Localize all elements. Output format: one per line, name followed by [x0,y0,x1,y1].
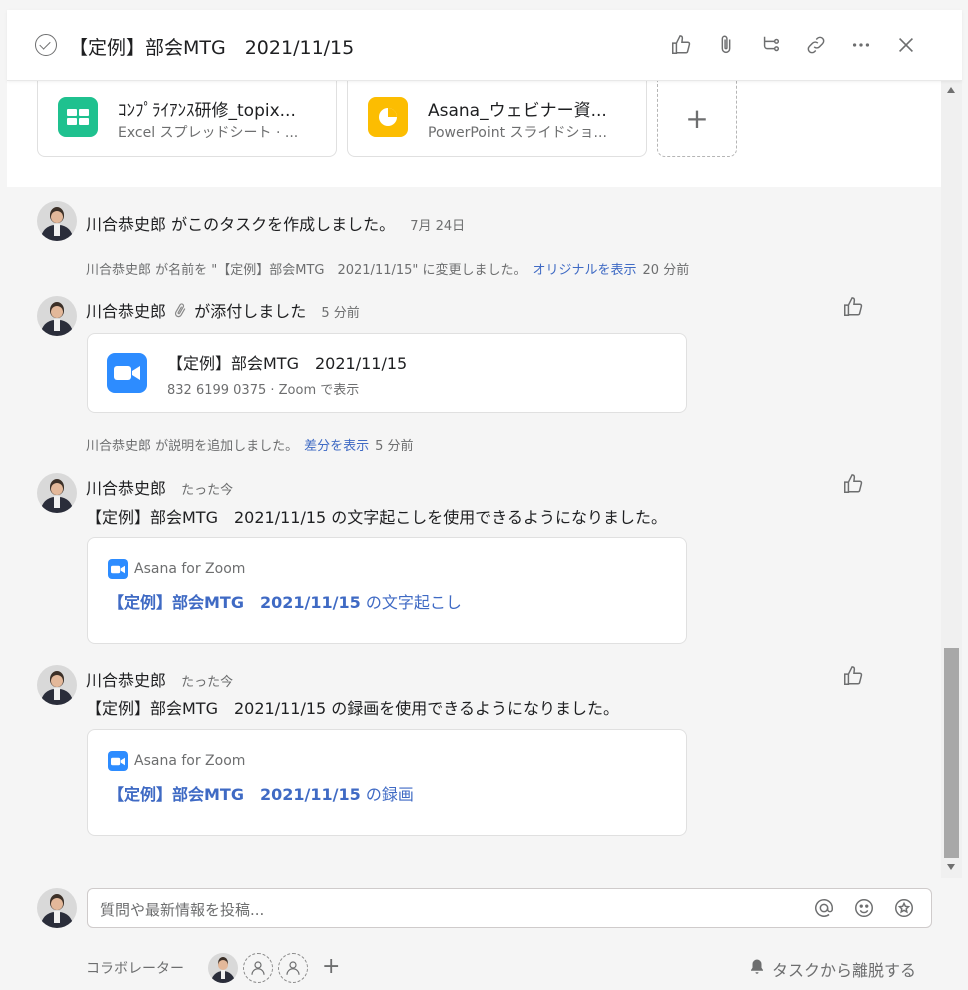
story-renamed: 川合恭史郎 が名前を "【定例】部会MTG 2021/11/15" に変更しまし… [86,259,689,278]
like-icon[interactable] [658,30,703,60]
collaborator-avatar[interactable] [208,953,238,983]
story-recording: 川合恭史郎 たった今 [86,667,233,691]
actor-name[interactable]: 川合恭史郎 [86,302,166,321]
like-icon[interactable] [842,296,864,318]
actor-name[interactable]: 川合恭史郎 [86,479,166,498]
slides-icon [368,97,408,137]
attachment-type: PowerPoint スライドショ... [428,125,607,141]
scrollbar[interactable] [941,81,962,878]
zoom-icon [108,559,128,579]
sheet-icon [58,97,98,137]
comment-body: 【定例】部会MTG 2021/11/15 の文字起こしを使用できるようになりまし… [86,508,667,527]
comment-body: 【定例】部会MTG 2021/11/15 の録画を使用できるようになりました。 [86,699,619,718]
show-original-link[interactable]: オリジナルを表示 [533,263,637,278]
scroll-down-arrow-icon[interactable] [947,864,955,870]
actor-name[interactable]: 川合恭史郎 [86,215,166,234]
link-title: 【定例】部会MTG 2021/11/15 [108,593,361,612]
attachment-name: ｺﾝﾌﾟﾗｲｱﾝｽ研修_topix... [118,101,296,121]
story-created: 川合恭史郎 がこのタスクを作成しました。 7月 24日 [86,211,465,235]
story-text: がこのタスクを作成しました。 [171,215,396,234]
timestamp: 20 分前 [642,263,690,278]
leave-task-label: タスクから離脱する [771,961,916,980]
like-icon[interactable] [842,665,864,687]
attachments-strip: ｺﾝﾌﾟﾗｲｱﾝｽ研修_topix... Excel スプレッドシート · ..… [7,81,941,187]
meeting-details: 832 6199 0375 · Zoom で表示 [167,383,360,398]
timestamp: たった今 [181,675,234,690]
emoji-icon[interactable] [853,897,875,919]
story-text: 川合恭史郎 が説明を追加しました。 [86,439,299,454]
app-attribution: Asana for Zoom [108,559,245,579]
attachment-card[interactable]: Asana_ウェビナー資... PowerPoint スライドショ... [347,81,647,157]
collaborator-placeholder-icon[interactable] [278,953,308,983]
mention-icon[interactable] [813,897,835,919]
like-icon[interactable] [842,473,864,495]
transcript-link[interactable]: 【定例】部会MTG 2021/11/15 の文字起こし [108,589,462,613]
comment-placeholder: 質問や最新情報を投稿... [100,901,265,919]
attachment-type: Excel スプレッドシート · ... [118,125,299,141]
meeting-title: 【定例】部会MTG 2021/11/15 [167,354,408,373]
timestamp: 7月 24日 [410,219,466,234]
attachment-card[interactable]: ｺﾝﾌﾟﾗｲｱﾝｽ研修_topix... Excel スプレッドシート · ..… [37,81,337,157]
current-user-avatar [37,888,77,928]
zoom-icon [107,353,147,393]
add-collaborator-button[interactable]: + [322,954,340,979]
link-suffix: の録画 [360,785,414,804]
comment-input[interactable]: 質問や最新情報を投稿... [87,888,932,928]
app-attribution: Asana for Zoom [108,751,245,771]
story-description: 川合恭史郎 が説明を追加しました。 差分を表示 5 分前 [86,435,414,454]
close-icon[interactable] [883,30,928,60]
avatar[interactable] [37,201,77,241]
more-icon[interactable] [838,30,883,60]
zoom-recording-card[interactable]: Asana for Zoom 【定例】部会MTG 2021/11/15 の録画 [87,729,687,836]
app-name: Asana for Zoom [134,753,246,769]
task-header: 【定例】部会MTG 2021/11/15 [7,10,962,81]
zoom-meeting-card[interactable]: 【定例】部会MTG 2021/11/15 832 6199 0375 · Zoo… [87,333,687,413]
recording-link[interactable]: 【定例】部会MTG 2021/11/15 の録画 [108,781,414,805]
avatar[interactable] [37,296,77,336]
attach-icon[interactable] [703,30,748,60]
link-icon[interactable] [793,30,838,60]
show-diff-link[interactable]: 差分を表示 [304,439,369,454]
scroll-thumb[interactable] [944,648,959,858]
attachment-name: Asana_ウェビナー資... [428,101,607,121]
appreciation-star-icon[interactable] [893,897,915,919]
story-attached: 川合恭史郎 が添付しました 5 分前 [86,298,360,322]
zoom-icon [108,751,128,771]
add-attachment-button[interactable]: + [657,81,737,157]
subtask-icon[interactable] [748,30,793,60]
collaborator-placeholder-icon[interactable] [243,953,273,983]
timestamp: 5 分前 [375,439,414,454]
link-title: 【定例】部会MTG 2021/11/15 [108,785,361,804]
leave-task-button[interactable]: タスクから離脱する [748,957,916,981]
story-text: が添付しました [194,302,307,321]
actor-name[interactable]: 川合恭史郎 [86,671,166,690]
avatar[interactable] [37,665,77,705]
header-toolbar [658,30,928,60]
scroll-up-arrow-icon[interactable] [947,87,955,93]
timestamp: 5 分前 [321,306,360,321]
timestamp: たった今 [181,483,234,498]
task-title[interactable]: 【定例】部会MTG 2021/11/15 [69,33,354,60]
complete-check-icon[interactable] [35,34,57,56]
attach-small-icon [171,302,189,321]
link-suffix: の文字起こし [360,593,462,612]
bell-icon [748,958,766,980]
zoom-transcript-card[interactable]: Asana for Zoom 【定例】部会MTG 2021/11/15 の文字起… [87,537,687,644]
story-text: 川合恭史郎 が名前を "【定例】部会MTG 2021/11/15" に変更しまし… [86,263,527,278]
avatar[interactable] [37,473,77,513]
collaborators-label: コラボレーター [86,961,184,977]
story-transcript: 川合恭史郎 たった今 [86,475,233,499]
app-name: Asana for Zoom [134,561,246,577]
